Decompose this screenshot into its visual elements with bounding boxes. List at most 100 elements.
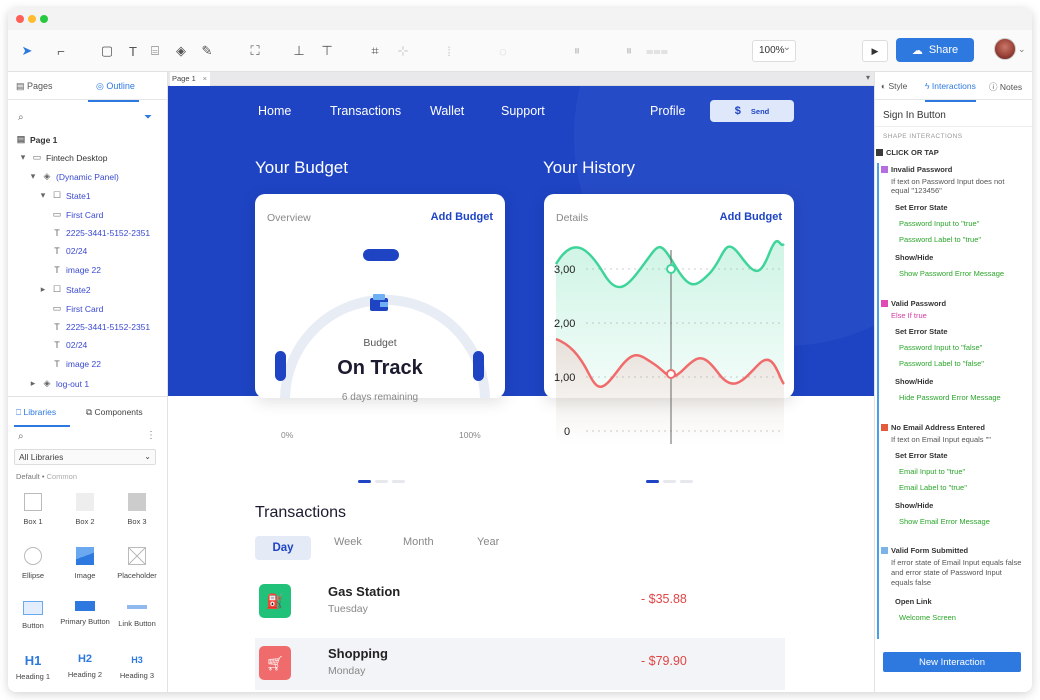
tab-libraries[interactable]: ⎕ Libraries (16, 407, 56, 418)
tree-item[interactable]: Timage 22 (52, 265, 101, 275)
tab-day[interactable]: Day (255, 536, 311, 560)
tree-item[interactable]: T 02/24 (52, 246, 87, 256)
tree-item-page[interactable]: ▤ Page 1 (16, 134, 58, 145)
pager-dot[interactable] (358, 480, 371, 483)
maximize-window-button[interactable] (40, 15, 48, 23)
transaction-row[interactable]: ⛽ Gas Station Tuesday - $35.88 (255, 576, 785, 628)
tab-month[interactable]: Month (403, 536, 434, 548)
shape-heading-3[interactable]: H3 Heading 3 (112, 653, 162, 680)
chevron-down-icon[interactable]: ▾ (866, 73, 870, 82)
align-bottom-icon[interactable]: ⊥ (288, 40, 310, 62)
pen-tool-icon[interactable]: ✎ (196, 40, 218, 62)
search-icon[interactable]: ⌕ (18, 431, 24, 442)
group-icon[interactable]: ⊹ (392, 40, 414, 62)
close-icon[interactable]: × (203, 72, 207, 86)
tree-item[interactable]: T 02/24 (52, 340, 87, 350)
budget-pager[interactable] (358, 480, 405, 483)
selected-widget-name[interactable]: Sign In Button (883, 110, 946, 121)
action-item[interactable]: Password Label to "true" (899, 235, 981, 244)
nav-transactions[interactable]: Transactions (330, 104, 401, 118)
input-tool-icon[interactable]: ⌸ (144, 40, 166, 62)
tab-pages[interactable]: ▤ Pages (16, 81, 53, 92)
shape-heading-1[interactable]: H1 Heading 1 (8, 653, 58, 681)
distribute-icon[interactable]: ⁞ (438, 40, 460, 62)
crop-icon[interactable]: ⌗ (364, 40, 386, 62)
tab-style[interactable]: ◐ Style (881, 81, 907, 91)
tree-item-folder[interactable]: ▾ ▭ Fintech Desktop (18, 152, 108, 163)
share-button[interactable]: ☁ Share (896, 38, 974, 62)
action-item[interactable]: Show Password Error Message (899, 269, 1004, 278)
tree-item[interactable]: ▭ First Card (52, 303, 104, 314)
nav-home[interactable]: Home (258, 104, 291, 118)
frame-tool-icon[interactable]: ⛶ (244, 40, 266, 62)
case-title[interactable]: Valid Form Submitted (891, 546, 968, 555)
action-item[interactable]: Password Input to "false" (899, 343, 982, 352)
action-item[interactable]: Password Label to "false" (899, 359, 984, 368)
tree-item[interactable]: Timage 22 (52, 359, 101, 369)
chevron-down-icon[interactable]: ⌄ (1018, 44, 1026, 55)
tree-item-state[interactable]: ▾ ☐ State1 (38, 190, 91, 201)
preview-button[interactable]: ▶ (862, 40, 888, 62)
nav-support[interactable]: Support (501, 104, 545, 118)
pager-dot[interactable] (663, 480, 676, 483)
new-interaction-button[interactable]: New Interaction (883, 652, 1021, 672)
pointer-tool-icon[interactable]: ➤ (16, 40, 38, 62)
pager-dot[interactable] (392, 480, 405, 483)
shape-link-button[interactable]: Link Button (112, 601, 162, 628)
library-group[interactable]: Default • Common (16, 472, 77, 481)
rectangle-tool-icon[interactable]: ▢ (96, 40, 118, 62)
tree-item[interactable]: T 2225-3441-5152-2351 (52, 322, 150, 332)
layers-tool-icon[interactable]: ◈ (170, 40, 192, 62)
send-button[interactable]: $ Send (710, 100, 794, 122)
action-item[interactable]: Welcome Screen (899, 613, 956, 622)
tree-item[interactable]: ▸ ◈ log-out 1 (28, 378, 89, 389)
zoom-select[interactable]: 100% (752, 38, 796, 62)
shape-box-2[interactable]: Box 2 (60, 493, 110, 526)
case-title[interactable]: Invalid Password (891, 165, 952, 174)
space-icon[interactable]: ⩶ (646, 40, 668, 62)
tab-components[interactable]: ⧉ Components (86, 407, 143, 418)
tree-item[interactable]: T 2225-3441-5152-2351 (52, 228, 150, 238)
action-item[interactable]: Email Label to "true" (899, 483, 967, 492)
more-icon[interactable]: ⋮ (146, 430, 156, 441)
tree-item-dynamic-panel[interactable]: ▾ ◈ (Dynamic Panel) (28, 171, 119, 182)
minimize-window-button[interactable] (28, 15, 36, 23)
shape-primary-button[interactable]: Primary Button (60, 601, 110, 626)
shape-heading-2[interactable]: H2 Heading 2 (60, 653, 110, 679)
nav-profile[interactable]: Profile (650, 104, 685, 118)
page-tab[interactable]: Page 1 × (170, 72, 210, 86)
tab-year[interactable]: Year (477, 536, 499, 548)
shape-button[interactable]: Button (8, 601, 58, 630)
shape-box-3[interactable]: Box 3 (112, 493, 162, 526)
connector-tool-icon[interactable]: ⌐ (50, 40, 72, 62)
pager-dot[interactable] (375, 480, 388, 483)
avatar[interactable] (994, 38, 1016, 60)
search-icon[interactable]: ⌕ (18, 112, 24, 123)
library-select[interactable]: All Libraries ⌄ (14, 449, 156, 465)
shape-placeholder[interactable]: Placeholder (112, 547, 162, 580)
text-tool-icon[interactable]: T (122, 40, 144, 62)
close-window-button[interactable] (16, 15, 24, 23)
nav-wallet[interactable]: Wallet (430, 104, 464, 118)
rotate-icon[interactable]: ◌ (492, 40, 514, 62)
action-item[interactable]: Hide Password Error Message (899, 393, 1001, 402)
pager-dot[interactable] (680, 480, 693, 483)
align-center-icon[interactable]: ⏸ (566, 40, 588, 62)
tree-item[interactable]: ▭ First Card (52, 209, 104, 220)
filter-icon[interactable]: ⏷ (144, 112, 152, 123)
shape-box-1[interactable]: Box 1 (8, 493, 58, 526)
case-title[interactable]: No Email Address Entered (891, 423, 985, 432)
action-item[interactable]: Show Email Error Message (899, 517, 990, 526)
tab-interactions[interactable]: ϟ Interactions (925, 81, 976, 102)
tab-week[interactable]: Week (334, 536, 362, 548)
shape-ellipse[interactable]: Ellipse (8, 547, 58, 580)
case-title[interactable]: Valid Password (891, 299, 946, 308)
tab-notes[interactable]: ⓘ Notes (989, 81, 1022, 93)
action-item[interactable]: Email Input to "true" (899, 467, 965, 476)
history-pager[interactable] (646, 480, 693, 483)
transaction-row[interactable]: 🛒︎ Shopping Monday - $79.90 (255, 638, 785, 690)
shape-image[interactable]: Image (60, 547, 110, 580)
action-item[interactable]: Password Input to "true" (899, 219, 979, 228)
canvas[interactable]: Page 1 × ▾ Home Transactions Wallet Suppo… (168, 72, 874, 692)
pager-dot[interactable] (646, 480, 659, 483)
